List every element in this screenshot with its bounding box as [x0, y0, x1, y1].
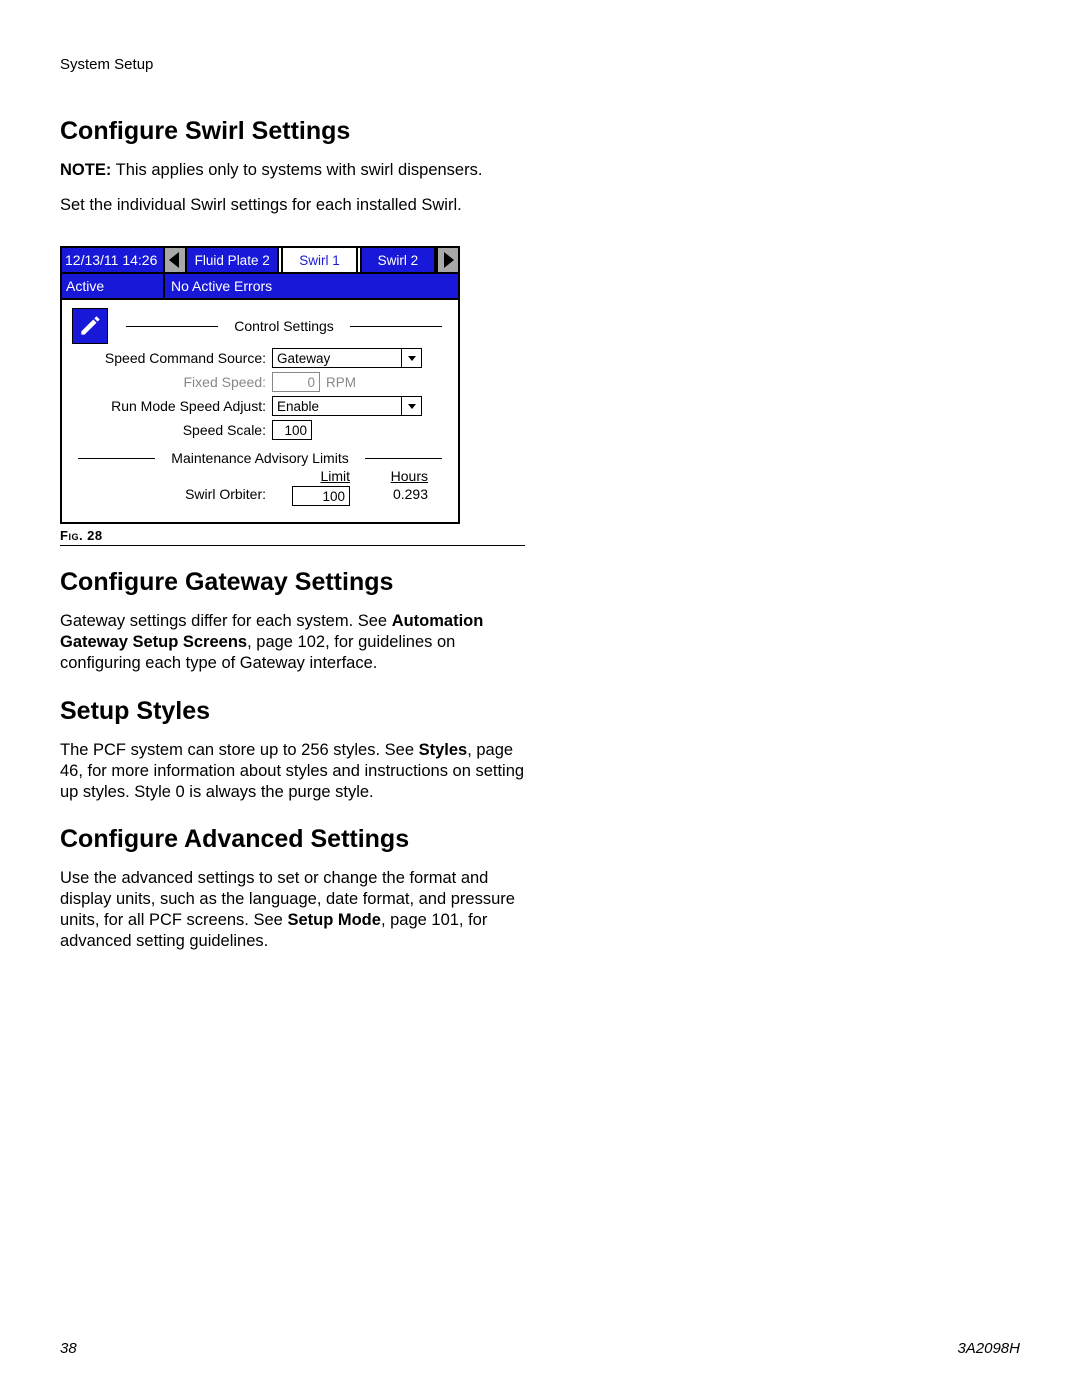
- advanced-para: Use the advanced settings to set or chan…: [60, 868, 525, 952]
- col-limit: Limit: [272, 468, 350, 484]
- advisory-blank: [72, 468, 272, 484]
- swirl-para2: Set the individual Swirl settings for ea…: [60, 195, 525, 216]
- speed-cmd-label: Speed Command Source:: [72, 350, 272, 366]
- speed-scale-row: Speed Scale: 100: [72, 420, 448, 440]
- section1-row: Control Settings: [72, 308, 448, 344]
- orbiter-label: Swirl Orbiter:: [72, 486, 272, 506]
- fixed-speed-value: 0: [272, 372, 320, 392]
- chevron-down-icon: [407, 401, 417, 411]
- page-number: 38: [60, 1340, 77, 1357]
- orbiter-hours-value: 0.293: [350, 486, 428, 506]
- datetime-cell: 12/13/11 14:26: [62, 248, 165, 272]
- orbiter-limit-value[interactable]: 100: [292, 486, 350, 506]
- speed-scale-label: Speed Scale:: [72, 422, 272, 438]
- advanced-bold: Setup Mode: [287, 911, 381, 929]
- styles-title: Setup Styles: [60, 697, 525, 726]
- col-hours: Hours: [350, 468, 428, 484]
- swirl-note: NOTE: This applies only to systems with …: [60, 160, 525, 181]
- styles-text-a: The PCF system can store up to 256 style…: [60, 741, 419, 759]
- tab-prev[interactable]: Fluid Plate 2: [187, 248, 279, 272]
- run-mode-value: Enable: [272, 396, 402, 416]
- orbiter-row: Swirl Orbiter: 100 0.293: [72, 486, 448, 506]
- gateway-title: Configure Gateway Settings: [60, 568, 525, 597]
- panel-topbar: 12/13/11 14:26 Fluid Plate 2 Swirl 1 Swi…: [62, 248, 458, 274]
- figure-caption: Fig. 28: [60, 528, 525, 543]
- fixed-speed-row: Fixed Speed: 0 RPM: [72, 372, 448, 392]
- section2-row: Maintenance Advisory Limits: [72, 450, 448, 466]
- section1-line-left: [126, 326, 218, 327]
- main-column: Configure Swirl Settings NOTE: This appl…: [60, 117, 525, 952]
- figure-caption-wrap: Fig. 28: [60, 528, 525, 546]
- advisory-header-row: Limit Hours: [72, 468, 448, 484]
- run-mode-dropdown-btn[interactable]: [402, 396, 422, 416]
- section1-line-right: [350, 326, 442, 327]
- note-text: This applies only to systems with swirl …: [111, 161, 482, 179]
- styles-para: The PCF system can store up to 256 style…: [60, 740, 525, 803]
- nav-left-button[interactable]: [165, 248, 187, 272]
- arrow-right-icon: [438, 250, 458, 270]
- fixed-speed-label: Fixed Speed:: [72, 374, 272, 390]
- gateway-para: Gateway settings differ for each system.…: [60, 611, 525, 674]
- section2-line-left: [78, 458, 155, 459]
- tab-next[interactable]: Swirl 2: [360, 248, 436, 272]
- gateway-text-a: Gateway settings differ for each system.…: [60, 612, 392, 630]
- note-label: NOTE:: [60, 161, 111, 179]
- swirl-title: Configure Swirl Settings: [60, 117, 525, 146]
- edit-icon-box[interactable]: [72, 308, 108, 344]
- page-header: System Setup: [60, 56, 1020, 73]
- section1-title: Control Settings: [224, 318, 344, 334]
- advanced-title: Configure Advanced Settings: [60, 825, 525, 854]
- status-left: Active: [62, 274, 165, 298]
- nav-right-button[interactable]: [436, 248, 458, 272]
- fixed-speed-unit: RPM: [320, 375, 356, 390]
- speed-cmd-dropdown-btn[interactable]: [402, 348, 422, 368]
- section2-title: Maintenance Advisory Limits: [161, 450, 358, 466]
- run-mode-row: Run Mode Speed Adjust: Enable: [72, 396, 448, 416]
- speed-cmd-dropdown[interactable]: Gateway: [272, 348, 422, 368]
- run-mode-label: Run Mode Speed Adjust:: [72, 398, 272, 414]
- section2-line-right: [365, 458, 442, 459]
- status-right: No Active Errors: [165, 274, 458, 298]
- speed-cmd-row: Speed Command Source: Gateway: [72, 348, 448, 368]
- speed-cmd-value: Gateway: [272, 348, 402, 368]
- speed-scale-value[interactable]: 100: [272, 420, 312, 440]
- tab-active[interactable]: Swirl 1: [281, 248, 357, 272]
- doc-id: 3A2098H: [957, 1340, 1020, 1357]
- chevron-down-icon: [407, 353, 417, 363]
- pencil-icon: [77, 313, 103, 339]
- styles-bold: Styles: [419, 741, 468, 759]
- panel-statusbar: Active No Active Errors: [62, 274, 458, 300]
- arrow-left-icon: [165, 250, 185, 270]
- panel-body: Control Settings Speed Command Source: G…: [62, 300, 458, 522]
- run-mode-dropdown[interactable]: Enable: [272, 396, 422, 416]
- page-footer: 38 3A2098H: [60, 1340, 1020, 1357]
- control-panel: 12/13/11 14:26 Fluid Plate 2 Swirl 1 Swi…: [60, 246, 460, 524]
